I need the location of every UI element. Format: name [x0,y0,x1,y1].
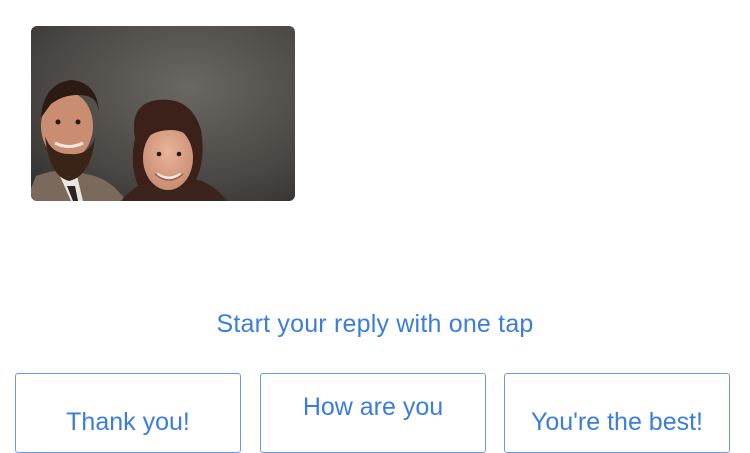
photo-image [31,26,295,201]
smart-reply-thank-you-button[interactable]: Thank you! [15,373,241,453]
attached-photo[interactable] [31,26,295,201]
smart-reply-label: You're the best! [530,408,704,436]
smart-reply-how-are-you-button[interactable]: How are you [260,373,486,453]
smart-reply-label: Thank you! [66,408,190,436]
smart-reply-label: How are you [302,393,444,421]
smart-reply-prompt: Start your reply with one tap [216,310,534,338]
smart-reply-youre-the-best-button[interactable]: You're the best! [504,373,730,453]
smart-reply-suggestions: Thank you! How are you You're the best! [15,373,733,453]
